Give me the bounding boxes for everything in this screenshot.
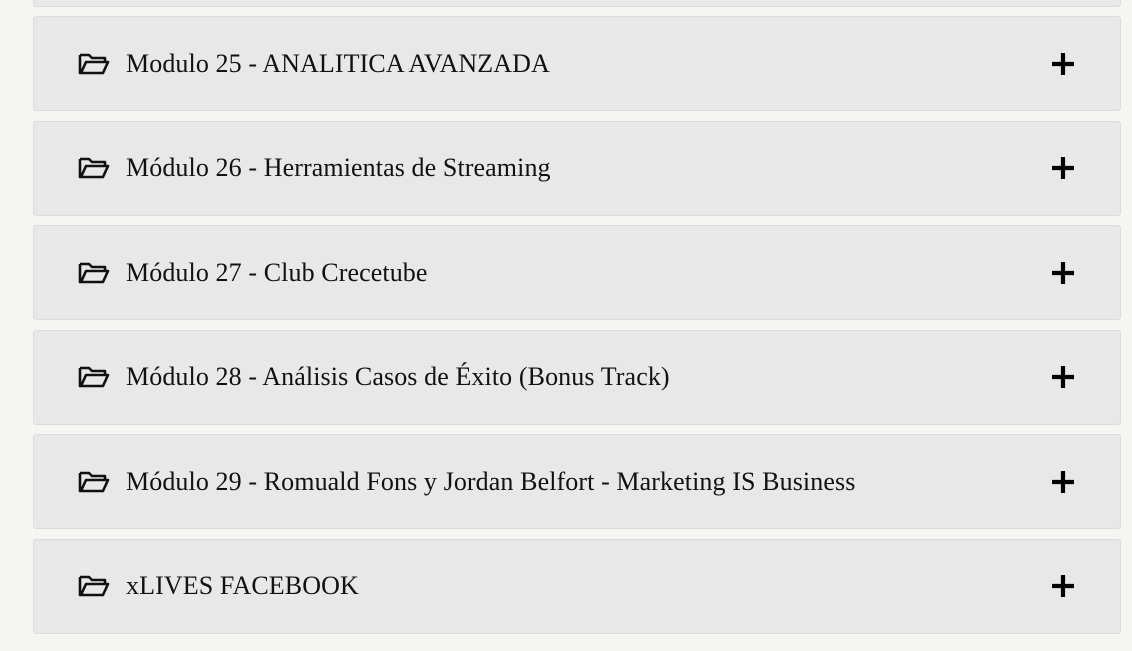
accordion-panel-modulo-27[interactable]: Módulo 27 - Club Crecetube (33, 225, 1121, 320)
accordion-header[interactable]: Módulo 29 - Romuald Fons y Jordan Belfor… (78, 435, 1076, 528)
modules-accordion: Modulo 25 - ANALITICA AVANZADA Módulo 26… (33, 0, 1121, 643)
accordion-panel-xlives-facebook[interactable]: xLIVES FACEBOOK (33, 538, 1121, 634)
folder-open-icon (78, 51, 110, 77)
plus-icon[interactable] (1050, 573, 1076, 599)
accordion-header[interactable]: Módulo 27 - Club Crecetube (78, 226, 1076, 319)
accordion-panel-modulo-25[interactable]: Modulo 25 - ANALITICA AVANZADA (33, 16, 1121, 111)
module-title: Módulo 27 - Club Crecetube (126, 257, 428, 287)
plus-icon[interactable] (1050, 155, 1076, 181)
folder-open-icon (78, 155, 110, 181)
accordion-header[interactable]: Modulo 25 - ANALITICA AVANZADA (78, 17, 1076, 110)
accordion-header[interactable]: Módulo 28 - Análisis Casos de Éxito (Bon… (78, 331, 1076, 424)
plus-icon[interactable] (1050, 364, 1076, 390)
module-title: xLIVES FACEBOOK (126, 571, 359, 600)
module-title: Modulo 25 - ANALITICA AVANZADA (126, 48, 550, 78)
accordion-header[interactable]: Módulo 26 - Herramientas de Streaming (78, 122, 1076, 215)
folder-open-icon (78, 260, 110, 286)
accordion-panel-modulo-26[interactable]: Módulo 26 - Herramientas de Streaming (33, 120, 1121, 216)
folder-open-icon (78, 364, 110, 390)
plus-icon[interactable] (1050, 469, 1076, 495)
folder-open-icon (78, 469, 110, 495)
accordion-panel-previous[interactable] (33, 0, 1121, 7)
module-title: Módulo 26 - Herramientas de Streaming (126, 153, 551, 182)
folder-open-icon (78, 573, 110, 599)
plus-icon[interactable] (1050, 51, 1076, 77)
accordion-header[interactable]: xLIVES FACEBOOK (78, 540, 1076, 633)
accordion-panel-modulo-28[interactable]: Módulo 28 - Análisis Casos de Éxito (Bon… (33, 329, 1121, 425)
module-title: Módulo 29 - Romuald Fons y Jordan Belfor… (126, 466, 856, 496)
plus-icon[interactable] (1050, 260, 1076, 286)
accordion-panel-modulo-29[interactable]: Módulo 29 - Romuald Fons y Jordan Belfor… (33, 434, 1121, 529)
module-title: Módulo 28 - Análisis Casos de Éxito (Bon… (126, 362, 670, 391)
